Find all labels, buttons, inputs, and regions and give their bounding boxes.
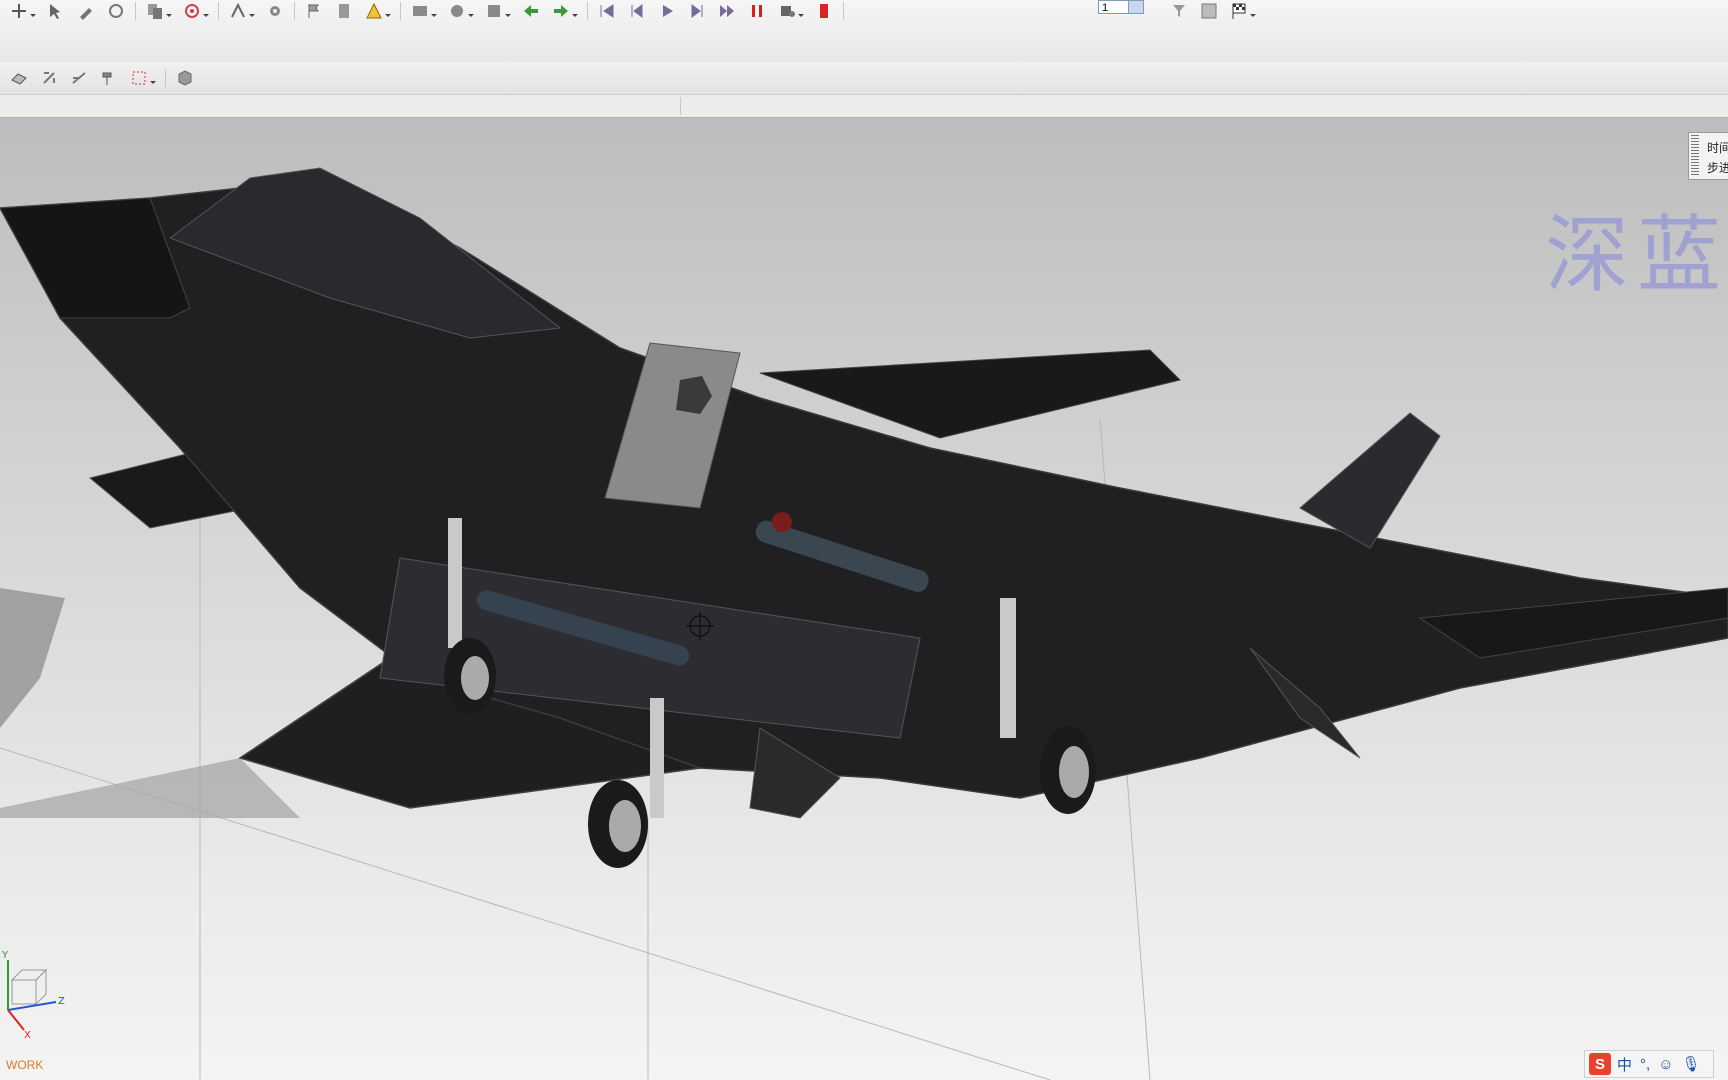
warning-icon[interactable] [363, 1, 385, 21]
export-icon[interactable] [483, 1, 505, 21]
toolbar-separator [400, 2, 401, 20]
toolbar-separator [165, 69, 166, 87]
step-forward-icon[interactable] [686, 1, 708, 21]
arrow-left-green-icon[interactable] [520, 1, 542, 21]
copy-dropdown[interactable] [166, 2, 173, 20]
rotate-icon[interactable] [105, 1, 127, 21]
tab-divider [680, 97, 681, 115]
play-icon[interactable] [656, 1, 678, 21]
brush-icon[interactable] [75, 1, 97, 21]
point-dropdown[interactable] [30, 2, 37, 20]
main-toolbar-right [1160, 0, 1257, 22]
joint-icon[interactable] [227, 1, 249, 21]
gear-icon[interactable] [264, 1, 286, 21]
marker-icon[interactable] [333, 1, 355, 21]
tab-strip [0, 95, 1728, 119]
step-select[interactable]: 1 [1098, 0, 1144, 14]
toolbar-separator [587, 2, 588, 20]
motion-playback-panel[interactable]: 时间 步进 [1688, 132, 1728, 180]
work-status-label: WORK [6, 1058, 44, 1072]
joint-dropdown[interactable] [249, 2, 256, 20]
target-icon[interactable] [181, 1, 203, 21]
copy-icon[interactable] [144, 1, 166, 21]
selection-box-icon[interactable] [128, 68, 150, 88]
pause-icon[interactable] [746, 1, 768, 21]
eraser-icon[interactable] [8, 68, 30, 88]
main-toolbar-row [0, 0, 844, 22]
step-back-icon[interactable] [626, 1, 648, 21]
warning-dropdown[interactable] [385, 2, 392, 20]
missile-seeker [772, 512, 792, 532]
graphics-viewport[interactable]: 深蓝 时间 步进 Y Z X WORK [0, 118, 1728, 1080]
fast-forward-icon[interactable] [716, 1, 738, 21]
arrow-right-green-icon[interactable] [550, 1, 572, 21]
point-icon[interactable] [8, 1, 30, 21]
link-alt-icon[interactable] [68, 68, 90, 88]
ime-punctuation-toggle[interactable]: °, [1640, 1056, 1650, 1073]
emoji-icon[interactable]: ☺ [1658, 1056, 1673, 1073]
animate-icon[interactable] [446, 1, 468, 21]
export-dropdown[interactable] [505, 2, 512, 20]
arrow-dropdown[interactable] [572, 2, 579, 20]
hammer-icon[interactable] [98, 68, 120, 88]
ime-mode-toggle[interactable]: 中 [1617, 1054, 1632, 1075]
rewind-to-start-icon[interactable] [596, 1, 618, 21]
target-dropdown[interactable] [203, 2, 210, 20]
panel-grip-handle[interactable] [1691, 135, 1699, 177]
toolbar-separator [294, 2, 295, 20]
secondary-toolbar [0, 62, 1728, 95]
triad-y-label: Y [1, 950, 9, 961]
checkered-flag-icon[interactable] [1228, 1, 1250, 21]
flag-icon[interactable] [303, 1, 325, 21]
cube-icon[interactable] [174, 68, 196, 88]
animate-dropdown[interactable] [468, 2, 475, 20]
aircraft-model [0, 167, 1728, 868]
solver-icon[interactable] [409, 1, 431, 21]
link-icon[interactable] [38, 68, 60, 88]
stop-icon[interactable] [813, 1, 835, 21]
triad-z-label: Z [58, 996, 65, 1007]
triad-x-label: X [24, 1030, 31, 1040]
checkered-flag-dropdown[interactable] [1250, 2, 1257, 20]
step-label: 步进 [1707, 161, 1728, 175]
solver-dropdown[interactable] [431, 2, 438, 20]
toolbar-separator [843, 2, 844, 20]
main-toolbar: 1 [0, 0, 1728, 63]
selection-dropdown[interactable] [150, 69, 157, 87]
step-select-value: 1 [1102, 2, 1109, 14]
watermark-text: 深蓝 [1545, 206, 1728, 304]
secondary-toolbar-row [0, 67, 196, 89]
ghost-aircraft [0, 588, 300, 818]
scene-canvas [0, 167, 1728, 1080]
chevron-down-icon[interactable] [1128, 1, 1143, 13]
microphone-icon[interactable]: 🎙 [1682, 1055, 1701, 1073]
time-label: 时间 [1707, 141, 1728, 155]
record-dropdown[interactable] [798, 2, 805, 20]
record-icon[interactable] [776, 1, 798, 21]
toolbar-separator [218, 2, 219, 20]
ime-logo-icon[interactable]: S [1589, 1053, 1611, 1075]
select-arrow-icon[interactable] [45, 1, 67, 21]
coordinate-triad-icon: Y Z X [1, 950, 65, 1040]
layout-icon[interactable] [1198, 1, 1220, 21]
filter-icon[interactable] [1168, 1, 1190, 21]
toolbar-separator [135, 2, 136, 20]
ime-toolbar[interactable]: S 中 °, ☺ 🎙 [1584, 1050, 1714, 1078]
